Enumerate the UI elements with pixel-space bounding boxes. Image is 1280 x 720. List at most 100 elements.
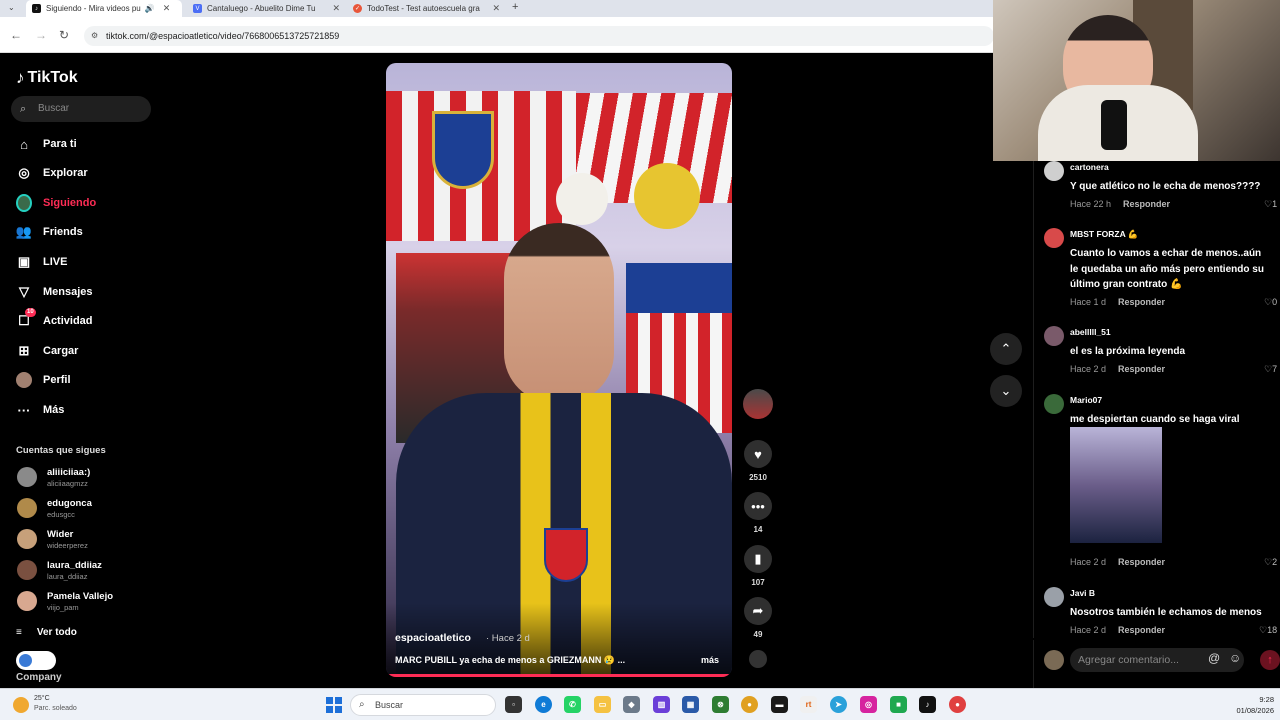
- tab-todotest[interactable]: ✓ TodoTest - Test autoescuela gra ✕: [347, 0, 505, 17]
- comment-like-button[interactable]: ♡2: [1264, 557, 1277, 568]
- tiktok-logo[interactable]: ♪ TikTok: [16, 68, 78, 88]
- whatsapp-icon[interactable]: ✆: [564, 696, 581, 713]
- post-comment-button[interactable]: ↑: [1260, 650, 1280, 670]
- tab-cantaluego[interactable]: V Cantaluego - Abuelito Dime Tu ✕: [187, 0, 345, 17]
- xbox-icon[interactable]: ⊗: [712, 696, 729, 713]
- video-progress-bar[interactable]: [386, 674, 732, 677]
- reply-button[interactable]: Responder: [1118, 557, 1165, 567]
- nav-explorar[interactable]: ◎ Explorar: [16, 162, 156, 184]
- account-item[interactable]: Wider wideerperez: [16, 526, 156, 552]
- avatar[interactable]: [1044, 394, 1064, 414]
- edge-icon[interactable]: e: [535, 696, 552, 713]
- chrome-active-icon[interactable]: ●: [949, 696, 966, 713]
- comment-like-count: 0: [1272, 297, 1278, 307]
- account-handle: wideerperez: [47, 541, 88, 550]
- close-tab-icon[interactable]: ✕: [163, 3, 171, 14]
- save-button[interactable]: ▮ 107: [743, 545, 773, 587]
- nav-para-ti[interactable]: ⌂ Para ti: [16, 133, 156, 155]
- nav-perfil[interactable]: Perfil: [16, 369, 156, 391]
- account-item[interactable]: edugonca edusgcc: [16, 495, 156, 521]
- see-all-link[interactable]: ≡ Ver todo: [16, 627, 77, 638]
- reply-button[interactable]: Responder: [1123, 199, 1170, 209]
- comment-like-button[interactable]: ♡18: [1259, 625, 1277, 636]
- activity-icon: ☐ 10: [18, 308, 36, 328]
- nav-siguiendo[interactable]: Siguiendo: [16, 192, 156, 214]
- next-video-button[interactable]: ⌄: [990, 375, 1022, 407]
- app-icon[interactable]: ◆: [623, 696, 640, 713]
- nav-mensajes[interactable]: ▽ Mensajes: [16, 281, 156, 303]
- account-item[interactable]: laura_ddiiaz laura_ddiiaz: [16, 557, 156, 583]
- comment-user[interactable]: abelllll_51: [1070, 327, 1111, 337]
- comment-user[interactable]: cartonera: [1070, 162, 1109, 172]
- comment-like-button[interactable]: ♡7: [1264, 364, 1277, 375]
- avatar[interactable]: [1044, 587, 1064, 607]
- weather-sun-icon[interactable]: [13, 697, 29, 713]
- video-author[interactable]: espacioatletico: [395, 632, 471, 644]
- tiktok-favicon-icon: ♪: [32, 4, 41, 13]
- nav-actividad[interactable]: ☐ 10 Actividad: [16, 308, 156, 332]
- back-icon[interactable]: ←: [10, 28, 22, 42]
- comment-button[interactable]: ••• 14: [743, 492, 773, 534]
- close-tab-icon[interactable]: ✕: [492, 3, 500, 14]
- mention-icon[interactable]: @: [1208, 651, 1220, 665]
- store-icon[interactable]: ▦: [682, 696, 699, 713]
- nav-live[interactable]: ▣ LIVE: [16, 251, 156, 273]
- nav-mas[interactable]: ··· Más: [16, 399, 156, 421]
- comment-like-count: 2: [1272, 557, 1278, 567]
- avatar[interactable]: [1044, 228, 1064, 248]
- tiktok-icon[interactable]: ♪: [919, 696, 936, 713]
- chevron-up-icon: ⌃: [1000, 341, 1012, 356]
- reply-button[interactable]: Responder: [1118, 297, 1165, 307]
- comment-user[interactable]: MBST FORZA 💪: [1070, 229, 1138, 240]
- comment-user[interactable]: Mario07: [1070, 395, 1102, 405]
- comment-image-thumbnail[interactable]: [1070, 427, 1162, 543]
- company-toggle[interactable]: [16, 651, 56, 670]
- company-link[interactable]: Company: [16, 672, 62, 683]
- music-disc-button[interactable]: [743, 650, 773, 668]
- tab-tiktok[interactable]: ♪ Siguiendo - Mira videos pu 🔊 ✕: [26, 0, 182, 17]
- new-tab-icon[interactable]: +: [512, 1, 518, 13]
- nav-friends[interactable]: 👥 Friends: [16, 221, 156, 243]
- rtve-icon[interactable]: rt: [800, 696, 817, 713]
- site-info-icon[interactable]: ⚙: [91, 26, 98, 46]
- account-item[interactable]: aliiiciiaa:) aliciiaagmzz: [16, 464, 156, 490]
- search-input[interactable]: ⌕ Buscar: [11, 96, 151, 122]
- list-icon: ≡: [16, 627, 22, 638]
- instagram-icon[interactable]: ◎: [860, 696, 877, 713]
- comment-time: Hace 2 d: [1070, 364, 1107, 374]
- share-button[interactable]: ➦ 49: [743, 597, 773, 639]
- reply-button[interactable]: Responder: [1118, 364, 1165, 374]
- video-player[interactable]: espacioatletico · Hace 2 d MARC PUBILL y…: [386, 63, 732, 677]
- caption-more-link[interactable]: más: [701, 655, 719, 665]
- emoji-icon[interactable]: ☺: [1229, 651, 1241, 665]
- author-avatar-button[interactable]: [743, 389, 773, 419]
- tab-list-chevron-icon[interactable]: ⌄: [8, 3, 15, 12]
- comment-like-button[interactable]: ♡0: [1264, 297, 1277, 308]
- comment-like-button[interactable]: ♡1: [1264, 199, 1277, 210]
- notes-icon[interactable]: ▬: [771, 696, 788, 713]
- system-clock[interactable]: 9:28 01/08/2026: [1228, 694, 1274, 716]
- nav-label: Más: [43, 404, 65, 416]
- windows-start-icon[interactable]: [326, 697, 342, 713]
- avatar[interactable]: [1044, 161, 1064, 181]
- app-purple-icon[interactable]: ▥: [653, 696, 670, 713]
- like-button[interactable]: ♥ 2510: [743, 440, 773, 482]
- task-view-icon[interactable]: ▫: [505, 696, 522, 713]
- telegram-icon[interactable]: ➤: [830, 696, 847, 713]
- app-green-icon[interactable]: ■: [890, 696, 907, 713]
- nav-cargar[interactable]: ⊞ Cargar: [16, 340, 156, 362]
- reload-icon[interactable]: ↻: [59, 28, 69, 42]
- clock-time: 9:28: [1259, 695, 1274, 704]
- avatar[interactable]: [1044, 326, 1064, 346]
- taskbar-search[interactable]: ⌕ Buscar: [350, 694, 496, 716]
- forward-icon[interactable]: →: [35, 28, 47, 42]
- url-field[interactable]: ⚙ tiktok.com/@espacioatletico/video/7668…: [84, 26, 994, 46]
- close-tab-icon[interactable]: ✕: [332, 3, 340, 14]
- account-item[interactable]: Pamela Vallejo viijo_pam: [16, 588, 156, 614]
- comment-like-count: 7: [1272, 364, 1278, 374]
- reply-button[interactable]: Responder: [1118, 625, 1165, 635]
- comment-user[interactable]: Javi B: [1070, 588, 1095, 598]
- chrome-icon[interactable]: ●: [741, 696, 758, 713]
- file-explorer-icon[interactable]: ▭: [594, 696, 611, 713]
- previous-video-button[interactable]: ⌃: [990, 333, 1022, 365]
